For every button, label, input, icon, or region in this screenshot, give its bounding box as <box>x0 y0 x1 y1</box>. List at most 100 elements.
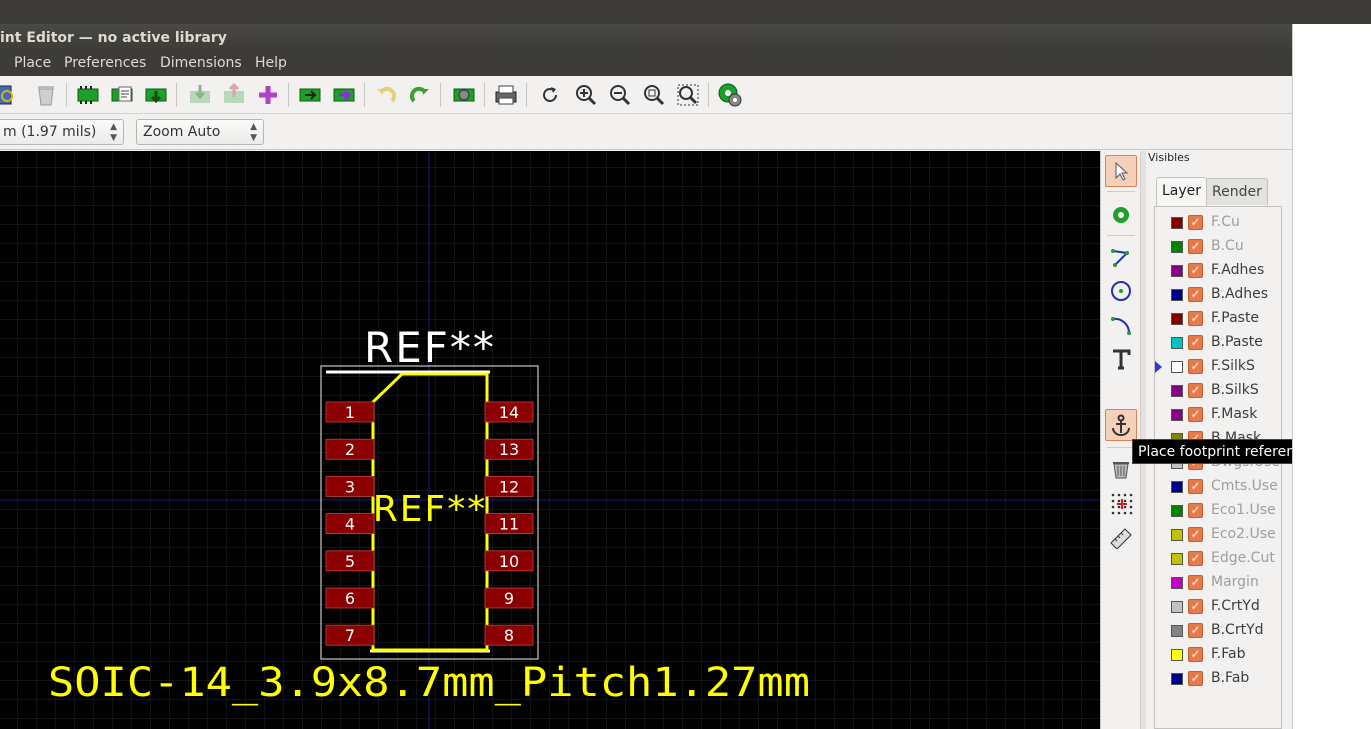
layer-color-swatch[interactable] <box>1171 577 1183 589</box>
menu-preferences[interactable]: Preferences <box>64 55 146 71</box>
layer-row[interactable]: ✓ F.Fab <box>1155 643 1283 667</box>
delete-footprint-icon[interactable] <box>32 81 60 109</box>
layer-visibility-checkbox[interactable]: ✓ <box>1188 647 1203 662</box>
layer-color-swatch[interactable] <box>1171 313 1183 325</box>
layer-visibility-checkbox[interactable]: ✓ <box>1188 383 1203 398</box>
layer-row[interactable]: ✓ B.Adhes <box>1155 283 1283 307</box>
measure-icon[interactable] <box>1105 521 1137 553</box>
new-footprint-icon[interactable] <box>74 81 102 109</box>
pad-settings-icon[interactable] <box>716 81 744 109</box>
spin-arrows-icon: ▲ ▼ <box>250 122 257 143</box>
layer-row[interactable]: ✓ B.SilkS <box>1155 379 1283 403</box>
layer-color-swatch[interactable] <box>1171 265 1183 277</box>
export-footprint-icon[interactable] <box>220 81 248 109</box>
layer-color-swatch[interactable] <box>1171 385 1183 397</box>
anchor-icon[interactable] <box>1105 409 1137 441</box>
layer-visibility-checkbox[interactable]: ✓ <box>1188 239 1203 254</box>
redo-icon[interactable] <box>406 81 434 109</box>
drawing-canvas[interactable]: 1234567 14 13 12 11 10 9 8 REF** REF** SOIC-14… <box>0 151 1100 729</box>
layer-row[interactable]: ✓ B.CrtYd <box>1155 619 1283 643</box>
layer-visibility-checkbox[interactable]: ✓ <box>1188 407 1203 422</box>
layer-row[interactable]: ✓ F.Mask <box>1155 403 1283 427</box>
add-text-icon[interactable] <box>1105 343 1137 375</box>
footprint-editor-window: int Editor — no active library Place Pre… <box>0 24 1292 729</box>
import-footprint-icon[interactable] <box>186 81 214 109</box>
zoom-in-icon[interactable] <box>572 81 600 109</box>
layer-color-swatch[interactable] <box>1171 553 1183 565</box>
library-browser-icon[interactable] <box>0 81 16 109</box>
layer-color-swatch[interactable] <box>1171 217 1183 229</box>
select-arrow-icon[interactable] <box>1105 155 1137 187</box>
menu-bar: Place Preferences Dimensions Help <box>0 52 1292 76</box>
layer-color-swatch[interactable] <box>1171 409 1183 421</box>
zoom-out-icon[interactable] <box>606 81 634 109</box>
layer-row[interactable]: ✓ F.SilkS <box>1155 355 1283 379</box>
add-circle-icon[interactable] <box>1105 275 1137 307</box>
pad-number: 8 <box>504 626 514 645</box>
print-icon[interactable] <box>492 81 520 109</box>
add-arc-icon[interactable] <box>1105 309 1137 341</box>
layer-visibility-checkbox[interactable]: ✓ <box>1188 287 1203 302</box>
zoom-selection-icon[interactable] <box>674 81 702 109</box>
layer-visibility-checkbox[interactable]: ✓ <box>1188 263 1203 278</box>
layer-color-swatch[interactable] <box>1171 505 1183 517</box>
layer-visibility-checkbox[interactable]: ✓ <box>1188 551 1203 566</box>
layer-row[interactable]: ✓ Edge.Cut <box>1155 547 1283 571</box>
menu-help[interactable]: Help <box>255 55 287 71</box>
layer-visibility-checkbox[interactable]: ✓ <box>1188 335 1203 350</box>
add-pad-icon[interactable] <box>1105 199 1137 231</box>
wizard-icon[interactable] <box>108 81 136 109</box>
layer-color-swatch[interactable] <box>1171 673 1183 685</box>
layer-color-swatch[interactable] <box>1171 289 1183 301</box>
layer-visibility-checkbox[interactable]: ✓ <box>1188 599 1203 614</box>
layer-row[interactable]: ✓ F.CrtYd <box>1155 595 1283 619</box>
tab-render[interactable]: Render <box>1206 178 1268 205</box>
layer-visibility-checkbox[interactable]: ✓ <box>1188 671 1203 686</box>
layer-visibility-checkbox[interactable]: ✓ <box>1188 311 1203 326</box>
grid-origin-icon[interactable] <box>1105 487 1137 519</box>
redraw-icon[interactable] <box>536 81 564 109</box>
layer-visibility-checkbox[interactable]: ✓ <box>1188 359 1203 374</box>
undo-icon[interactable] <box>372 81 400 109</box>
layer-row[interactable]: ✓ B.Fab <box>1155 667 1283 691</box>
layer-visibility-checkbox[interactable]: ✓ <box>1188 623 1203 638</box>
layer-color-swatch[interactable] <box>1171 481 1183 493</box>
tab-layer[interactable]: Layer <box>1156 177 1208 206</box>
layer-row[interactable]: ✓ B.Paste <box>1155 331 1283 355</box>
footprint-value-text[interactable]: SOIC-14_3.9x8.7mm_Pitch1.27mm <box>48 660 810 706</box>
layer-color-swatch[interactable] <box>1171 625 1183 637</box>
layer-row[interactable]: ✓ F.Cu <box>1155 211 1283 235</box>
reference-fab-text[interactable]: REF** <box>373 489 487 530</box>
layer-color-swatch[interactable] <box>1171 241 1183 253</box>
layer-row[interactable]: ✓ F.Adhes <box>1155 259 1283 283</box>
layer-color-swatch[interactable] <box>1171 337 1183 349</box>
pad-number: 5 <box>345 552 355 571</box>
layer-visibility-checkbox[interactable]: ✓ <box>1188 575 1203 590</box>
menu-place[interactable]: Place <box>14 55 51 71</box>
load-from-board-icon[interactable] <box>296 81 324 109</box>
grid-size-select[interactable]: m (1.97 mils) ▲ ▼ <box>0 119 124 145</box>
layer-visibility-checkbox[interactable]: ✓ <box>1188 479 1203 494</box>
layer-row[interactable]: ✓ Cmts.Use <box>1155 475 1283 499</box>
layer-color-swatch[interactable] <box>1171 361 1183 373</box>
layer-color-swatch[interactable] <box>1171 601 1183 613</box>
layer-color-swatch[interactable] <box>1171 649 1183 661</box>
zoom-fit-icon[interactable] <box>640 81 668 109</box>
layer-visibility-checkbox[interactable]: ✓ <box>1188 527 1203 542</box>
layer-row[interactable]: ✓ F.Paste <box>1155 307 1283 331</box>
reference-silkscreen-text[interactable]: REF** <box>364 323 496 372</box>
save-footprint-icon[interactable] <box>142 81 170 109</box>
insert-into-board-icon[interactable] <box>330 81 358 109</box>
menu-dimensions[interactable]: Dimensions <box>160 55 242 71</box>
layer-row[interactable]: ✓ Eco2.Use <box>1155 523 1283 547</box>
add-pad-icon[interactable] <box>254 81 282 109</box>
layer-row[interactable]: ✓ B.Cu <box>1155 235 1283 259</box>
layer-row[interactable]: ✓ Eco1.Use <box>1155 499 1283 523</box>
zoom-select[interactable]: Zoom Auto ▲ ▼ <box>136 119 264 145</box>
layer-visibility-checkbox[interactable]: ✓ <box>1188 503 1203 518</box>
layer-visibility-checkbox[interactable]: ✓ <box>1188 215 1203 230</box>
layer-row[interactable]: ✓ Margin <box>1155 571 1283 595</box>
add-line-icon[interactable] <box>1105 241 1137 273</box>
layer-color-swatch[interactable] <box>1171 529 1183 541</box>
footprint-properties-icon[interactable] <box>450 81 478 109</box>
